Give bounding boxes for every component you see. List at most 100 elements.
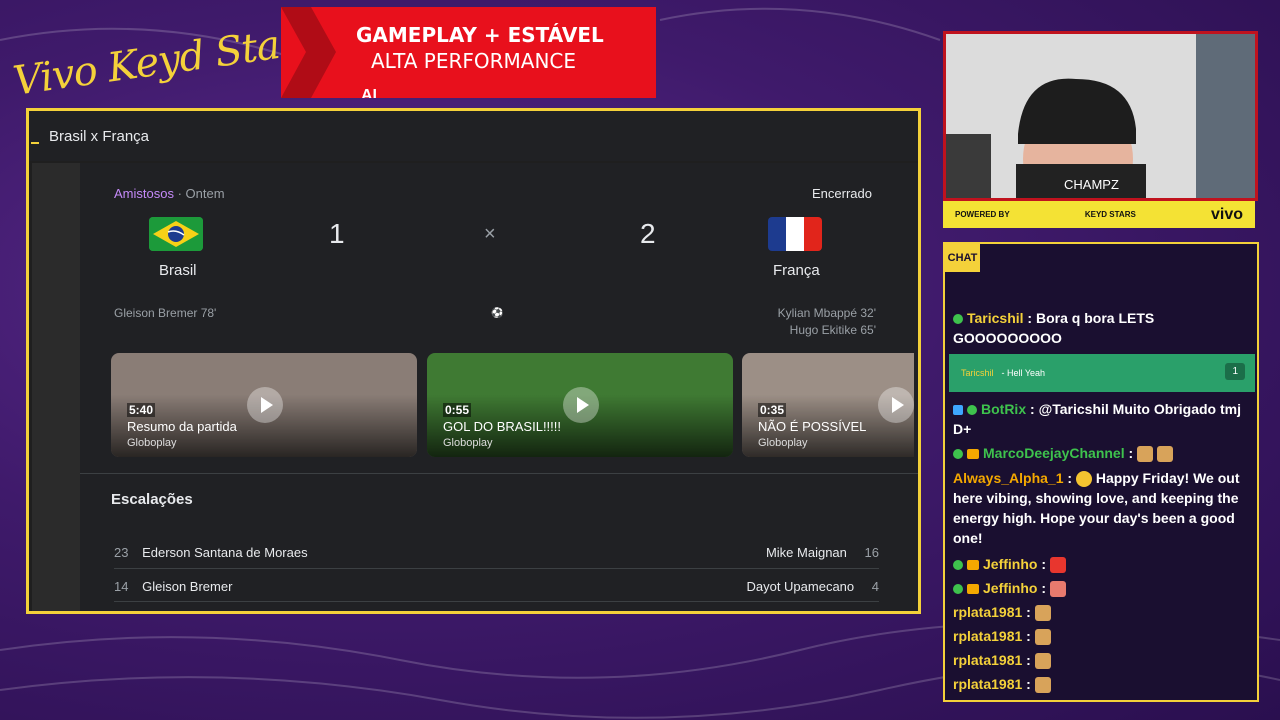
player-name: Gleison Bremer xyxy=(142,579,233,594)
chat-tag: CHAT xyxy=(945,244,980,272)
chat-message: Taricshil : Bora q bora LETS GOOOOOOOOO xyxy=(953,310,1155,346)
chat-username[interactable]: rplata1981 xyxy=(953,604,1022,620)
emote-icon xyxy=(1049,557,1066,574)
away-score: 2 xyxy=(640,218,656,249)
video-card[interactable]: 0:35 NÃO É POSSÍVEL Globoplay xyxy=(742,353,914,457)
video-carousel: 5:40 Resumo da partida Globoplay 0:55 GO… xyxy=(111,353,914,457)
crown-badge-icon xyxy=(967,449,979,460)
chat-username[interactable]: Taricshil xyxy=(967,310,1024,326)
player-name: Dayot Upamecano xyxy=(746,579,855,594)
chevron-right-icon xyxy=(281,7,336,98)
chat-username[interactable]: MarcoDeejayChannel xyxy=(983,445,1125,461)
chat-username[interactable]: rplata1981 xyxy=(953,652,1022,668)
player-name: Ederson Santana de Moraes xyxy=(142,545,308,560)
chat-username[interactable]: Jeffinho xyxy=(983,580,1037,596)
verified-badge-icon xyxy=(967,405,977,416)
brazil-flag-icon[interactable] xyxy=(149,217,203,251)
chat-username[interactable]: Jeffinho xyxy=(983,556,1037,572)
chat-username[interactable]: rplata1981 xyxy=(953,676,1022,692)
video-card[interactable]: 5:40 Resumo da partida Globoplay xyxy=(111,353,417,457)
chat-username[interactable]: BotRix xyxy=(981,401,1026,417)
home-score: 1 xyxy=(329,218,345,249)
promo-line-1: GAMEPLAY + ESTÁVEL xyxy=(356,23,604,47)
player-number: 16 xyxy=(864,545,879,560)
redeem-user: Taricshil xyxy=(961,368,994,378)
chat-message: BotRix : @Taricshil Muito Obrigado tmj D… xyxy=(953,401,1241,437)
chat-message: Jeffinho : xyxy=(953,554,1251,574)
match-title: Brasil x França xyxy=(49,127,150,145)
bot-badge-icon xyxy=(953,405,963,416)
emote-icon xyxy=(1049,581,1066,598)
webcam-sponsor-bar: POWERED BY KEYD STARS vivo xyxy=(943,201,1255,228)
play-icon[interactable] xyxy=(878,387,914,423)
channel-redeem: Taricshil - Hell Yeah 1 xyxy=(949,354,1255,392)
emote-icon xyxy=(1156,446,1173,463)
player-number: 4 xyxy=(871,579,879,594)
match-meta: Amistosos · Ontem xyxy=(114,186,225,201)
score-separator: × xyxy=(484,223,496,245)
france-flag-icon[interactable] xyxy=(768,217,822,251)
match-window: Brasil x França Amistosos · Ontem Encerr… xyxy=(26,108,921,614)
away-team-name[interactable]: França xyxy=(773,262,820,279)
emote-icon xyxy=(1034,677,1051,694)
crown-badge-icon xyxy=(967,584,979,595)
match-header: Brasil x França xyxy=(29,111,918,161)
chat-panel: CHAT Taricshil : Bora q bora LETS GOOOOO… xyxy=(943,242,1259,702)
video-source: Globoplay xyxy=(127,437,177,449)
lineup-row[interactable]: 14 Gleison Bremer Dayot Upamecano 4 xyxy=(114,579,879,607)
play-icon[interactable] xyxy=(247,387,283,423)
player-number: 23 xyxy=(114,545,129,560)
verified-badge-icon xyxy=(953,560,963,571)
match-date: Ontem xyxy=(185,186,225,201)
emote-icon xyxy=(1034,605,1051,622)
home-team-name[interactable]: Brasil xyxy=(159,262,197,279)
emote-icon xyxy=(1137,446,1154,463)
away-scorer: Kylian Mbappé 32' xyxy=(777,306,876,320)
promo-line-3: AL xyxy=(361,87,383,98)
match-status: Encerrado xyxy=(812,186,872,201)
verified-badge-icon xyxy=(953,314,963,325)
keyd-stars-label: KEYD STARS xyxy=(1084,210,1136,219)
chat-message: Jeffinho : xyxy=(953,578,1251,598)
emote-icon xyxy=(1034,653,1051,670)
video-source: Globoplay xyxy=(758,437,808,449)
chat-message: rplata1981 : xyxy=(953,674,1251,694)
home-scorer: Gleison Bremer 78' xyxy=(114,306,217,320)
video-title: Resumo da partida xyxy=(127,419,237,434)
play-icon[interactable] xyxy=(563,387,599,423)
video-title: NÃO É POSSÍVEL xyxy=(758,419,867,434)
video-duration: 0:55 xyxy=(443,403,472,417)
chat-message: rplata1981 : xyxy=(953,650,1251,670)
left-gutter xyxy=(32,163,80,611)
redeem-text: - Hell Yeah xyxy=(1001,368,1046,378)
promo-banner: GAMEPLAY + ESTÁVEL ALTA PERFORMANCE AL xyxy=(281,7,656,98)
competition-link[interactable]: Amistosos xyxy=(114,186,174,201)
player-name: Mike Maignan xyxy=(765,545,847,560)
meta-separator: · xyxy=(177,186,186,201)
emote-icon xyxy=(1034,629,1051,646)
video-card[interactable]: 0:55 GOL DO BRASIL!!!!! Globoplay xyxy=(427,353,733,457)
row-divider xyxy=(114,601,879,602)
header-accent xyxy=(31,142,39,144)
video-duration: 0:35 xyxy=(758,403,787,417)
chat-username[interactable]: rplata1981 xyxy=(953,628,1022,644)
chat-username[interactable]: Always_Alpha_1 xyxy=(953,470,1064,486)
lineups-title: Escalações xyxy=(111,491,193,508)
away-scorer: Hugo Ekitike 65' xyxy=(789,323,876,337)
video-title: GOL DO BRASIL!!!!! xyxy=(443,419,561,434)
video-duration: 5:40 xyxy=(127,403,156,417)
player-number: 14 xyxy=(114,579,129,594)
chat-message: rplata1981 : xyxy=(953,602,1251,622)
crown-badge-icon xyxy=(967,560,979,571)
streamer-video: CHAMPZ xyxy=(946,34,1255,198)
webcam-overlay-text: CHAMPZ xyxy=(1064,177,1119,192)
verified-badge-icon xyxy=(953,584,963,595)
section-divider xyxy=(80,473,918,474)
chat-message: rplata1981 : xyxy=(953,626,1251,646)
chat-message: MarcoDeejayChannel : xyxy=(953,443,1251,463)
chat-message: Always_Alpha_1 : Happy Friday! We out he… xyxy=(953,470,1240,546)
redeem-counter: 1 xyxy=(1225,363,1245,380)
row-divider xyxy=(114,568,879,569)
powered-by-label: POWERED BY xyxy=(955,210,1010,219)
video-source: Globoplay xyxy=(443,437,493,449)
